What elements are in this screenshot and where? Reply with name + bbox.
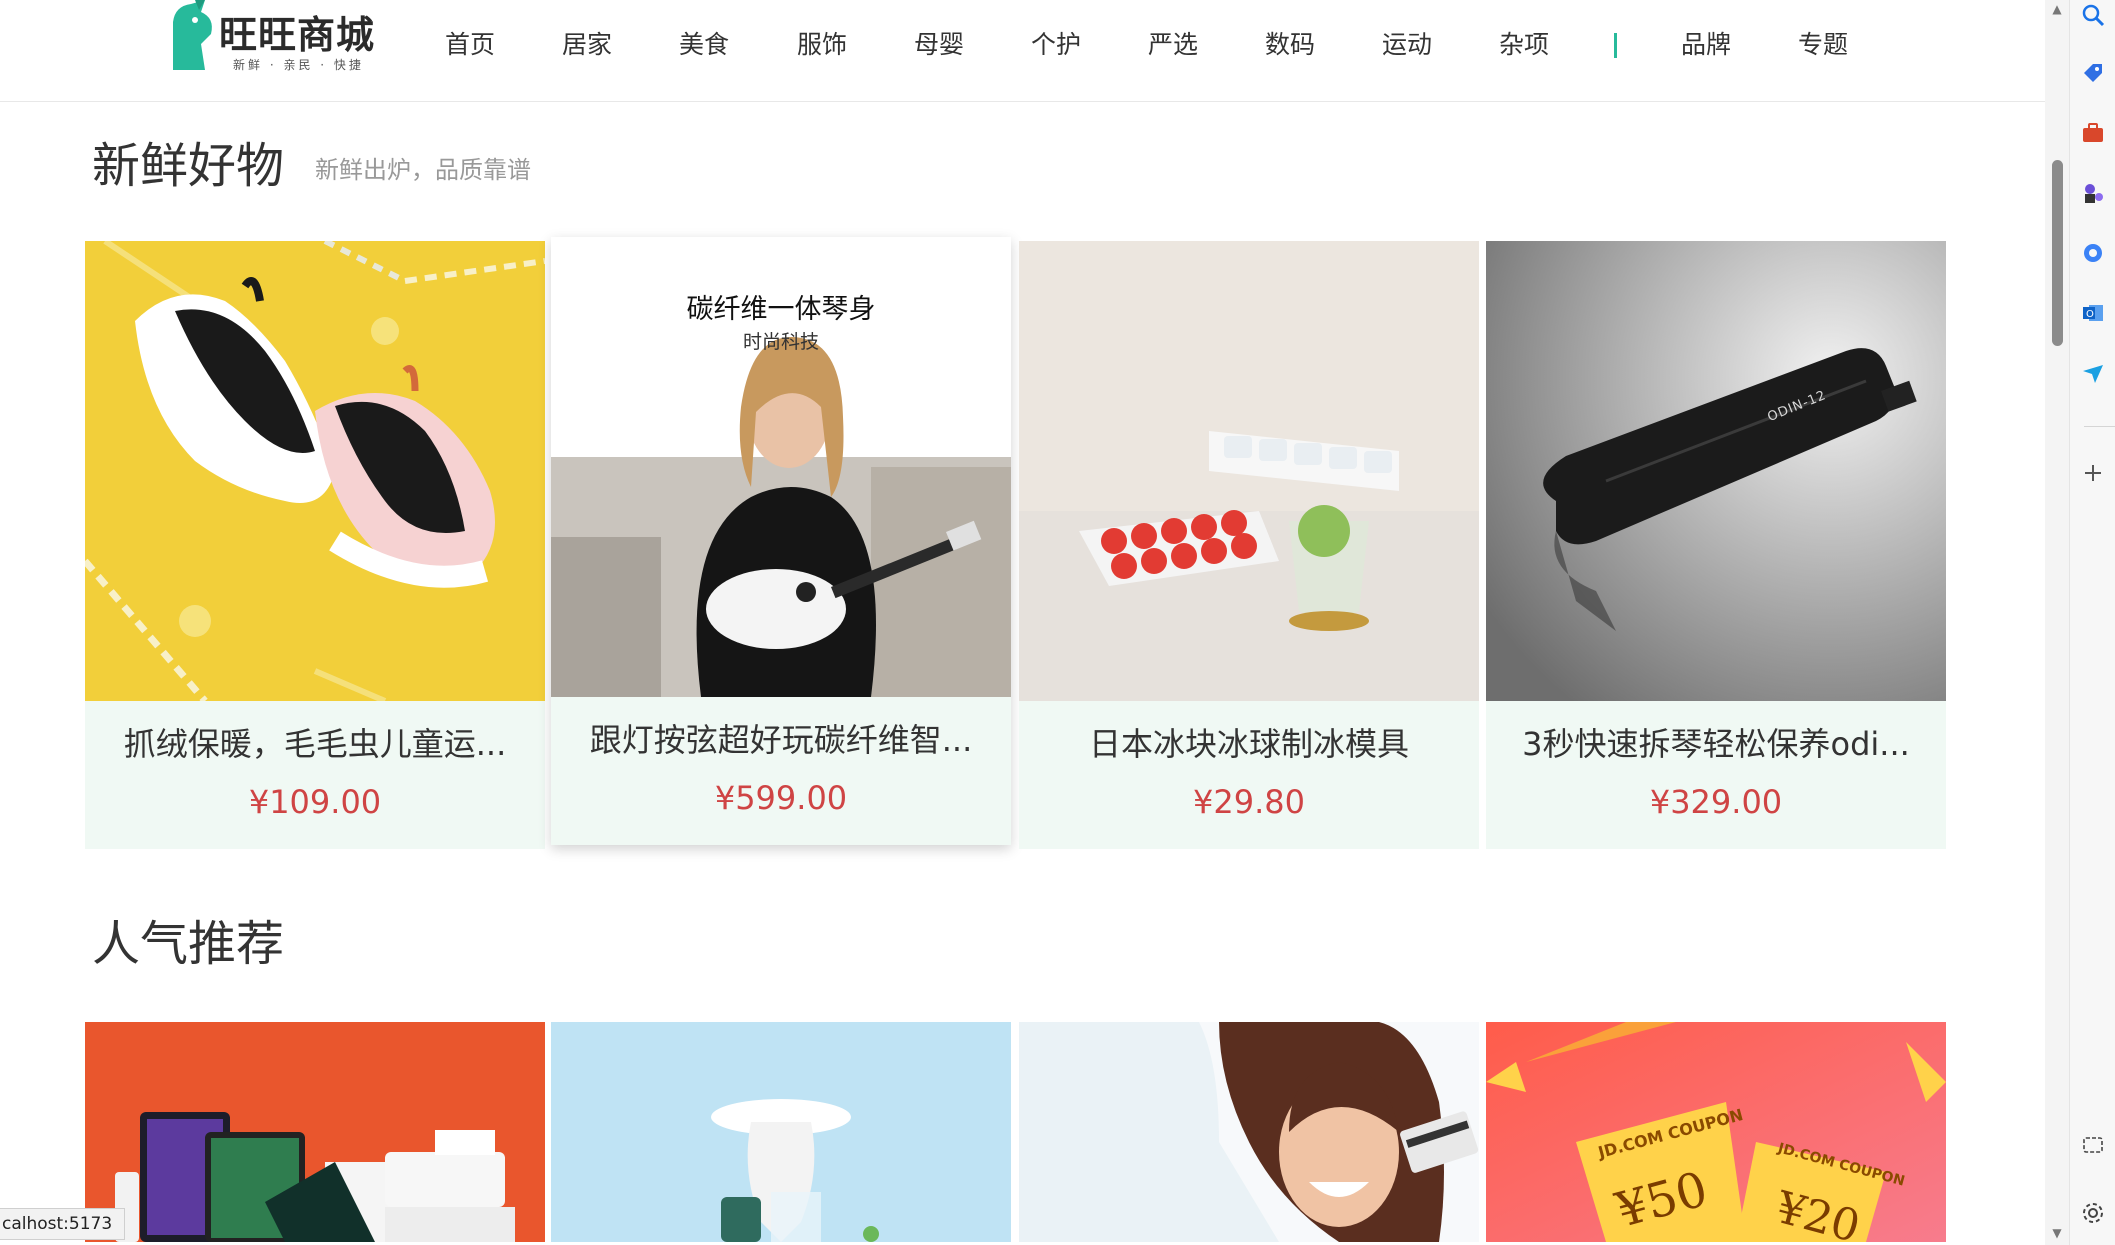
logo-slogan: 新鲜 · 亲民 · 快捷: [233, 58, 364, 72]
nav-item-digital[interactable]: 数码: [1240, 24, 1340, 66]
fresh-section-subtitle: 新鲜出炉，品质靠谱: [315, 156, 531, 184]
sidebar-divider: [2084, 426, 2115, 427]
add-icon[interactable]: [2078, 458, 2108, 488]
tag-icon[interactable]: [2078, 58, 2108, 88]
scrollbar-thumb[interactable]: [2052, 160, 2063, 346]
product-price: ¥599.00: [714, 779, 848, 817]
recommend-image-shopping: [1019, 1022, 1479, 1242]
svg-text:O: O: [2086, 309, 2094, 320]
nav-item-brands[interactable]: 品牌: [1656, 24, 1756, 66]
site-logo[interactable]: 旺旺商城 新鲜 · 亲民 · 快捷: [165, 0, 385, 74]
product-card[interactable]: 碳纤维一体琴身 时尚科技 跟灯按弦超好玩碳纤维智... ¥599.00: [551, 237, 1011, 845]
poster-title: 碳纤维一体琴身: [686, 294, 876, 325]
product-image-ice-mold: [1019, 241, 1479, 701]
nav-divider: [1614, 33, 1617, 58]
product-card[interactable]: 日本冰块冰球制冰模具 ¥29.80: [1019, 241, 1479, 849]
popular-section-title: 人气推荐: [92, 916, 285, 972]
outlook-icon[interactable]: O: [2078, 298, 2108, 328]
product-price: ¥29.80: [1193, 783, 1305, 821]
product-price: ¥329.00: [1649, 783, 1783, 821]
recommend-card-shopping[interactable]: [1019, 1022, 1479, 1242]
browser-sidebar: O: [2069, 0, 2115, 1245]
screenshot-icon[interactable]: [2078, 1130, 2108, 1160]
recommend-image-electronics: [85, 1022, 545, 1242]
status-bar-url: calhost:5173: [0, 1208, 126, 1240]
product-name: 跟灯按弦超好玩碳纤维智...: [589, 721, 973, 759]
copilot-icon[interactable]: [2078, 238, 2108, 268]
poster-subtitle: 时尚科技: [742, 331, 819, 353]
nav-item-sports[interactable]: 运动: [1357, 24, 1457, 66]
nav-item-selected[interactable]: 严选: [1123, 24, 1223, 66]
scroll-up-arrow-icon[interactable]: ▲: [2049, 2, 2065, 16]
product-image-sneakers: [85, 241, 545, 701]
recommend-card-electronics[interactable]: [85, 1022, 545, 1242]
nav-item-baby[interactable]: 母婴: [889, 24, 989, 66]
scroll-down-arrow-icon[interactable]: ▼: [2049, 1226, 2065, 1240]
product-name: 抓绒保暖，毛毛虫儿童运...: [123, 725, 507, 763]
nav-item-personal-care[interactable]: 个护: [1006, 24, 1106, 66]
recommend-image-coupon: [1486, 1022, 1946, 1242]
site-header: 旺旺商城 新鲜 · 亲民 · 快捷 首页 居家 美食 服饰 母婴 个护 严选 数…: [0, 0, 2045, 102]
games-icon[interactable]: [2078, 178, 2108, 208]
recommend-card-coupon[interactable]: JD.COM COUPON ¥50 JD.COM COUPON ¥20: [1486, 1022, 1946, 1242]
nav-item-apparel[interactable]: 服饰: [772, 24, 872, 66]
search-icon[interactable]: [2078, 0, 2108, 30]
briefcase-icon[interactable]: [2078, 118, 2108, 148]
nav-item-topics[interactable]: 专题: [1773, 24, 1873, 66]
logo-mark-icon: [173, 0, 212, 70]
product-card[interactable]: 抓绒保暖，毛毛虫儿童运... ¥109.00: [85, 241, 545, 849]
settings-gear-icon[interactable]: [2078, 1198, 2108, 1228]
nav-item-misc[interactable]: 杂项: [1474, 24, 1574, 66]
nav-item-food[interactable]: 美食: [654, 24, 754, 66]
product-name: 日本冰块冰球制冰模具: [1088, 725, 1409, 763]
recommend-image-appliance: [551, 1022, 1011, 1242]
product-name: 3秒快速拆琴轻松保养odi...: [1522, 725, 1910, 763]
product-card[interactable]: ODIN-12 3秒快速拆琴轻松保养odi... ¥329.00: [1486, 241, 1946, 849]
fresh-section-title: 新鲜好物: [92, 138, 285, 194]
page-viewport: 旺旺商城 新鲜 · 亲民 · 快捷 首页 居家 美食 服饰 母婴 个护 严选 数…: [0, 0, 2045, 1245]
nav-item-home[interactable]: 首页: [420, 24, 520, 66]
nav-item-home-living[interactable]: 居家: [537, 24, 637, 66]
product-image-harmonica: [1486, 241, 1946, 701]
recommend-card-appliance[interactable]: [551, 1022, 1011, 1242]
product-price: ¥109.00: [248, 783, 382, 821]
vertical-scrollbar[interactable]: ▲ ▼: [2045, 0, 2069, 1245]
logo-title: 旺旺商城: [219, 13, 376, 57]
send-icon[interactable]: [2078, 358, 2108, 388]
